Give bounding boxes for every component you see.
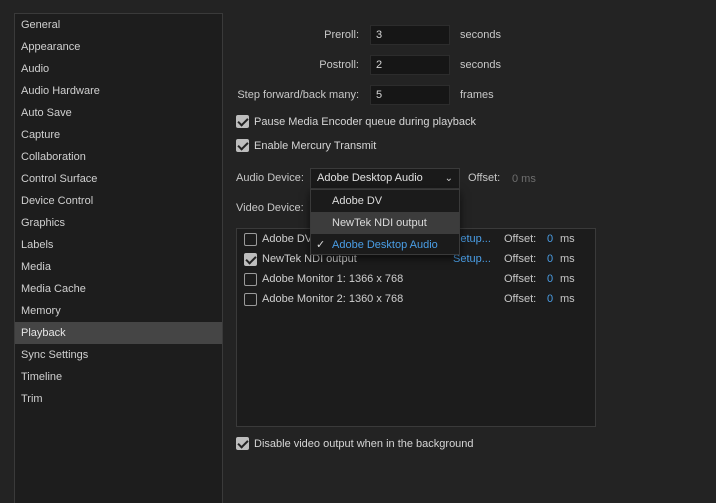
- offset-label: Offset:: [504, 233, 537, 245]
- sidebar-item-general[interactable]: General: [15, 14, 222, 36]
- preroll-label: Preroll:: [324, 29, 359, 41]
- menu-item-newtek-ndi[interactable]: NewTek NDI output: [311, 212, 459, 234]
- video-device-name: Adobe Monitor 1: 1366 x 768: [262, 273, 404, 285]
- video-device-checkbox[interactable]: [244, 232, 257, 246]
- offset-unit: ms: [560, 293, 575, 305]
- sidebar-item-memory[interactable]: Memory: [15, 300, 222, 322]
- disable-bg-label: Disable video output when in the backgro…: [254, 437, 474, 450]
- offset-value[interactable]: 0: [547, 233, 553, 245]
- preroll-unit: seconds: [460, 29, 501, 41]
- mercury-checkbox[interactable]: [236, 139, 249, 152]
- step-unit: frames: [460, 89, 494, 101]
- offset-unit: ms: [560, 233, 575, 245]
- audio-device-label: Audio Device:: [236, 172, 304, 184]
- offset-value[interactable]: 0: [547, 273, 553, 285]
- menu-item-adobe-desktop-audio[interactable]: ✓ Adobe Desktop Audio: [311, 234, 459, 256]
- menu-item-label: Adobe Desktop Audio: [332, 239, 438, 251]
- sidebar-item-audio-hardware[interactable]: Audio Hardware: [15, 80, 222, 102]
- pause-encoder-checkbox[interactable]: [236, 115, 249, 128]
- audio-device-value: Adobe Desktop Audio: [317, 172, 423, 184]
- sidebar-item-labels[interactable]: Labels: [15, 234, 222, 256]
- sidebar-item-auto-save[interactable]: Auto Save: [15, 102, 222, 124]
- audio-device-select[interactable]: Adobe Desktop Audio ⌄: [310, 168, 460, 189]
- sidebar-item-sync-settings[interactable]: Sync Settings: [15, 344, 222, 366]
- video-device-name: Adobe Monitor 2: 1360 x 768: [262, 293, 404, 305]
- sidebar-item-media[interactable]: Media: [15, 256, 222, 278]
- video-device-label: Video Device:: [236, 202, 304, 214]
- list-item: Adobe Monitor 1: 1366 x 768 Offset: 0 ms: [244, 270, 594, 288]
- sidebar-item-audio[interactable]: Audio: [15, 58, 222, 80]
- offset-value[interactable]: 0: [547, 293, 553, 305]
- sidebar-item-graphics[interactable]: Graphics: [15, 212, 222, 234]
- sidebar-item-appearance[interactable]: Appearance: [15, 36, 222, 58]
- offset-label: Offset:: [504, 273, 537, 285]
- postroll-input[interactable]: 2: [370, 55, 450, 75]
- sidebar-item-trim[interactable]: Trim: [15, 388, 222, 410]
- audio-device-dropdown-menu: Adobe DV NewTek NDI output ✓ Adobe Deskt…: [310, 189, 460, 255]
- offset-unit: ms: [560, 253, 575, 265]
- preroll-input[interactable]: 3: [370, 25, 450, 45]
- video-device-checkbox[interactable]: [244, 272, 257, 286]
- sidebar-item-media-cache[interactable]: Media Cache: [15, 278, 222, 300]
- mercury-label: Enable Mercury Transmit: [254, 139, 377, 152]
- sidebar-item-collaboration[interactable]: Collaboration: [15, 146, 222, 168]
- audio-offset-value: 0 ms: [512, 173, 536, 185]
- sidebar-item-device-control[interactable]: Device Control: [15, 190, 222, 212]
- offset-label: Offset:: [504, 293, 537, 305]
- list-item: Adobe Monitor 2: 1360 x 768 Offset: 0 ms: [244, 290, 594, 308]
- step-input[interactable]: 5: [370, 85, 450, 105]
- audio-offset-label: Offset:: [468, 172, 501, 184]
- disable-bg-row[interactable]: Disable video output when in the backgro…: [236, 437, 474, 450]
- mercury-row[interactable]: Enable Mercury Transmit: [236, 139, 376, 152]
- sidebar-item-capture[interactable]: Capture: [15, 124, 222, 146]
- offset-unit: ms: [560, 273, 575, 285]
- pause-encoder-row[interactable]: Pause Media Encoder queue during playbac…: [236, 115, 476, 128]
- postroll-label: Postroll:: [319, 59, 359, 71]
- video-device-checkbox[interactable]: [244, 252, 257, 266]
- postroll-unit: seconds: [460, 59, 501, 71]
- video-device-list: Adobe DV Setup... Offset: 0 ms NewTek ND…: [236, 228, 596, 427]
- offset-value[interactable]: 0: [547, 253, 553, 265]
- chevron-down-icon: ⌄: [444, 173, 453, 184]
- sidebar-item-timeline[interactable]: Timeline: [15, 366, 222, 388]
- menu-item-adobe-dv[interactable]: Adobe DV: [311, 190, 459, 212]
- pause-encoder-label: Pause Media Encoder queue during playbac…: [254, 115, 476, 128]
- video-device-checkbox[interactable]: [244, 292, 257, 306]
- preferences-sidebar: General Appearance Audio Audio Hardware …: [14, 13, 223, 503]
- sidebar-item-playback[interactable]: Playback: [15, 322, 222, 344]
- sidebar-item-control-surface[interactable]: Control Surface: [15, 168, 222, 190]
- offset-label: Offset:: [504, 253, 537, 265]
- checkmark-icon: ✓: [316, 239, 326, 251]
- disable-bg-checkbox[interactable]: [236, 437, 249, 450]
- step-label: Step forward/back many:: [237, 89, 359, 101]
